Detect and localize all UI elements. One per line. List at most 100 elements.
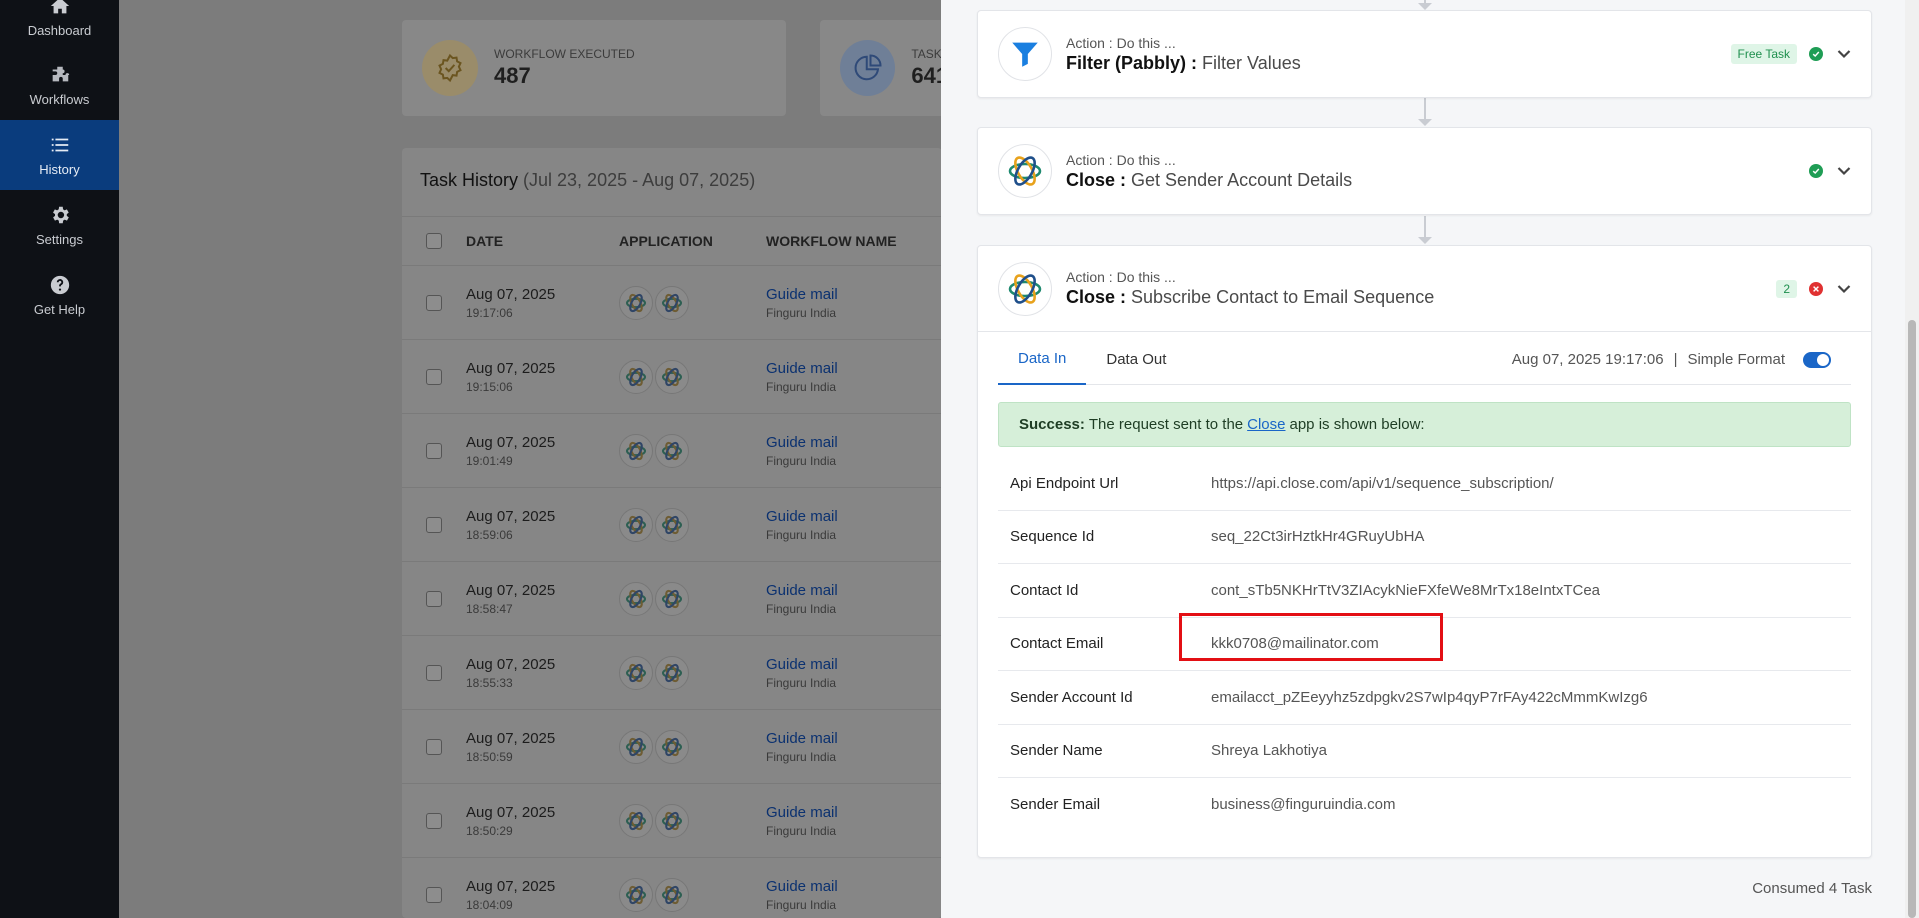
table-row[interactable]: Aug 07, 2025 18:50:29 Guide mail Finguru In… — [402, 784, 942, 858]
close-app-link[interactable]: Close — [1247, 416, 1285, 433]
table-row[interactable]: Aug 07, 2025 19:15:06 Guide mail Finguru In… — [402, 340, 942, 414]
workflow-step-filter[interactable]: Action : Do this ... Filter (Pabbly) : F… — [977, 10, 1872, 98]
execution-timestamp: Aug 07, 2025 19:17:06 — [1511, 351, 1664, 368]
field-row: Sequence Id seq_22Ct3irHztkHr4GRuyUbHA — [998, 511, 1851, 564]
close-app-logo-icon — [998, 144, 1052, 198]
chevron-down-icon[interactable] — [1835, 45, 1853, 63]
table-row[interactable]: Aug 07, 2025 18:55:33 Guide mail Finguru In… — [402, 636, 942, 710]
row-checkbox[interactable] — [426, 738, 442, 755]
stat-value: 487 — [494, 63, 531, 88]
filter-icon — [998, 27, 1052, 81]
data-tabs: Data In Data Out Aug 07, 2025 19:17:06 |… — [998, 332, 1851, 385]
sidebar-item-dashboard[interactable]: Dashboard — [0, 0, 119, 50]
sidebar-item-help[interactable]: Get Help — [0, 260, 119, 330]
step-header[interactable]: Action : Do this ... Close : Get Sender … — [978, 128, 1871, 214]
field-value-highlighted: kkk0708@mailinator.com — [1179, 613, 1443, 662]
table-row[interactable]: Aug 07, 2025 19:17:06 Guide mail Finguru In… — [402, 266, 942, 340]
row-date: Aug 07, 2025 — [466, 359, 556, 377]
row-checkbox[interactable] — [426, 590, 442, 607]
workflow-name-link[interactable]: Guide mail — [766, 656, 942, 673]
field-key: Sender Name — [1010, 742, 1103, 760]
workflows-icon — [52, 66, 69, 81]
table-row[interactable]: Aug 07, 2025 18:59:06 Guide mail Finguru In… — [402, 488, 942, 562]
close-app-logo-icon — [655, 655, 689, 690]
field-key: Sender Email — [1010, 796, 1101, 814]
workflow-name-link[interactable]: Guide mail — [766, 434, 942, 451]
help-icon — [50, 275, 69, 294]
workflow-step-get-sender[interactable]: Action : Do this ... Close : Get Sender … — [977, 127, 1872, 215]
sidebar-item-settings[interactable]: Settings — [0, 190, 119, 260]
column-header-application[interactable]: APPLICATION — [619, 233, 766, 249]
workflow-name-link[interactable]: Guide mail — [766, 804, 942, 821]
field-value: seq_22Ct3irHztkHr4GRuyUbHA — [1211, 528, 1425, 546]
workflow-name-link[interactable]: Guide mail — [766, 508, 942, 525]
step-header[interactable]: Action : Do this ... Filter (Pabbly) : F… — [978, 11, 1871, 97]
meta-separator: | — [1673, 351, 1678, 368]
table-row[interactable]: Aug 07, 2025 18:04:09 Guide mail Finguru In… — [402, 858, 942, 918]
table-row[interactable]: Aug 07, 2025 18:58:47 Guide mail Finguru In… — [402, 562, 942, 636]
workflow-name-link[interactable]: Guide mail — [766, 286, 942, 303]
row-date: Aug 07, 2025 — [466, 729, 556, 747]
workflow-name-link[interactable]: Guide mail — [766, 582, 942, 599]
field-value: business@finguruindia.com — [1211, 796, 1396, 814]
row-checkbox[interactable] — [426, 516, 442, 533]
row-checkbox[interactable] — [426, 886, 442, 903]
sidebar-item-workflows[interactable]: Workflows — [0, 50, 119, 120]
row-checkbox[interactable] — [426, 294, 442, 311]
history-table-header: DATE APPLICATION WORKFLOW NAME — [402, 216, 942, 266]
workflow-name-link[interactable]: Guide mail — [766, 730, 942, 747]
workflow-name-link[interactable]: Guide mail — [766, 878, 942, 895]
field-value: https://api.close.com/api/v1/sequence_su… — [1211, 474, 1554, 492]
scrollbar-thumb[interactable] — [1908, 320, 1916, 918]
close-app-logo-icon — [998, 261, 1052, 316]
sidebar: Dashboard Workflows History Settings Get… — [0, 0, 119, 918]
workflow-owner: Finguru India — [766, 453, 837, 468]
tab-data-in[interactable]: Data In — [998, 350, 1087, 385]
step-header[interactable]: Action : Do this ... Close : Subscribe C… — [978, 246, 1871, 332]
stat-card-workflow-executed: WORKFLOW EXECUTED 487 — [402, 20, 786, 116]
sidebar-item-history[interactable]: History — [0, 120, 119, 190]
row-date: Aug 07, 2025 — [466, 803, 556, 821]
step-app-name: Close : — [1066, 169, 1127, 190]
select-all-checkbox[interactable] — [426, 233, 442, 249]
field-key: Contact Id — [1010, 581, 1079, 599]
row-time: 18:58:47 — [466, 601, 513, 616]
stat-value: 641 — [911, 63, 941, 88]
row-checkbox[interactable] — [426, 368, 442, 385]
success-message: Success: The request sent to the Close a… — [998, 402, 1851, 447]
table-row[interactable]: Aug 07, 2025 19:01:49 Guide mail Finguru In… — [402, 414, 942, 488]
home-icon — [50, 0, 69, 14]
request-fields: Api Endpoint Url https://api.close.com/ap… — [998, 457, 1851, 832]
column-header-date[interactable]: DATE — [466, 233, 619, 249]
chevron-down-icon[interactable] — [1835, 162, 1853, 180]
workflow-owner: Finguru India — [766, 897, 837, 912]
workflow-owner: Finguru India — [766, 749, 837, 764]
step-connector — [1424, 216, 1426, 238]
step-kicker: Action : Do this ... — [1066, 151, 1176, 168]
row-checkbox[interactable] — [426, 442, 442, 459]
history-icon — [51, 138, 68, 151]
table-row[interactable]: Aug 07, 2025 18:50:59 Guide mail Finguru In… — [402, 710, 942, 784]
workflow-name-link[interactable]: Guide mail — [766, 360, 942, 377]
close-app-logo-icon — [619, 507, 653, 542]
chevron-down-icon[interactable] — [1835, 280, 1853, 298]
history-title: Task History (Jul 23, 2025 - Aug 07, 202… — [402, 148, 942, 216]
column-header-workflow[interactable]: WORKFLOW NAME — [766, 233, 942, 249]
stat-label: TASK C — [911, 47, 941, 61]
row-time: 19:17:06 — [466, 305, 513, 320]
simple-format-toggle[interactable] — [1803, 351, 1831, 368]
badge-check-icon — [422, 40, 478, 96]
row-checkbox[interactable] — [426, 812, 442, 829]
step-title: Close : Get Sender Account Details — [1066, 170, 1352, 191]
row-date: Aug 07, 2025 — [466, 507, 556, 525]
step-action-name: Subscribe Contact to Email Sequence — [1131, 287, 1435, 307]
close-app-logo-icon — [619, 803, 653, 838]
row-time: 18:55:33 — [466, 675, 513, 690]
tab-data-out[interactable]: Data Out — [1086, 351, 1186, 384]
row-date: Aug 07, 2025 — [466, 285, 556, 303]
row-checkbox[interactable] — [426, 664, 442, 681]
workflow-step-subscribe[interactable]: Action : Do this ... Close : Subscribe C… — [977, 245, 1872, 858]
close-app-logo-icon — [655, 877, 689, 912]
field-key: Sender Account Id — [1010, 688, 1133, 706]
drawer-scrollbar[interactable] — [1905, 0, 1919, 918]
